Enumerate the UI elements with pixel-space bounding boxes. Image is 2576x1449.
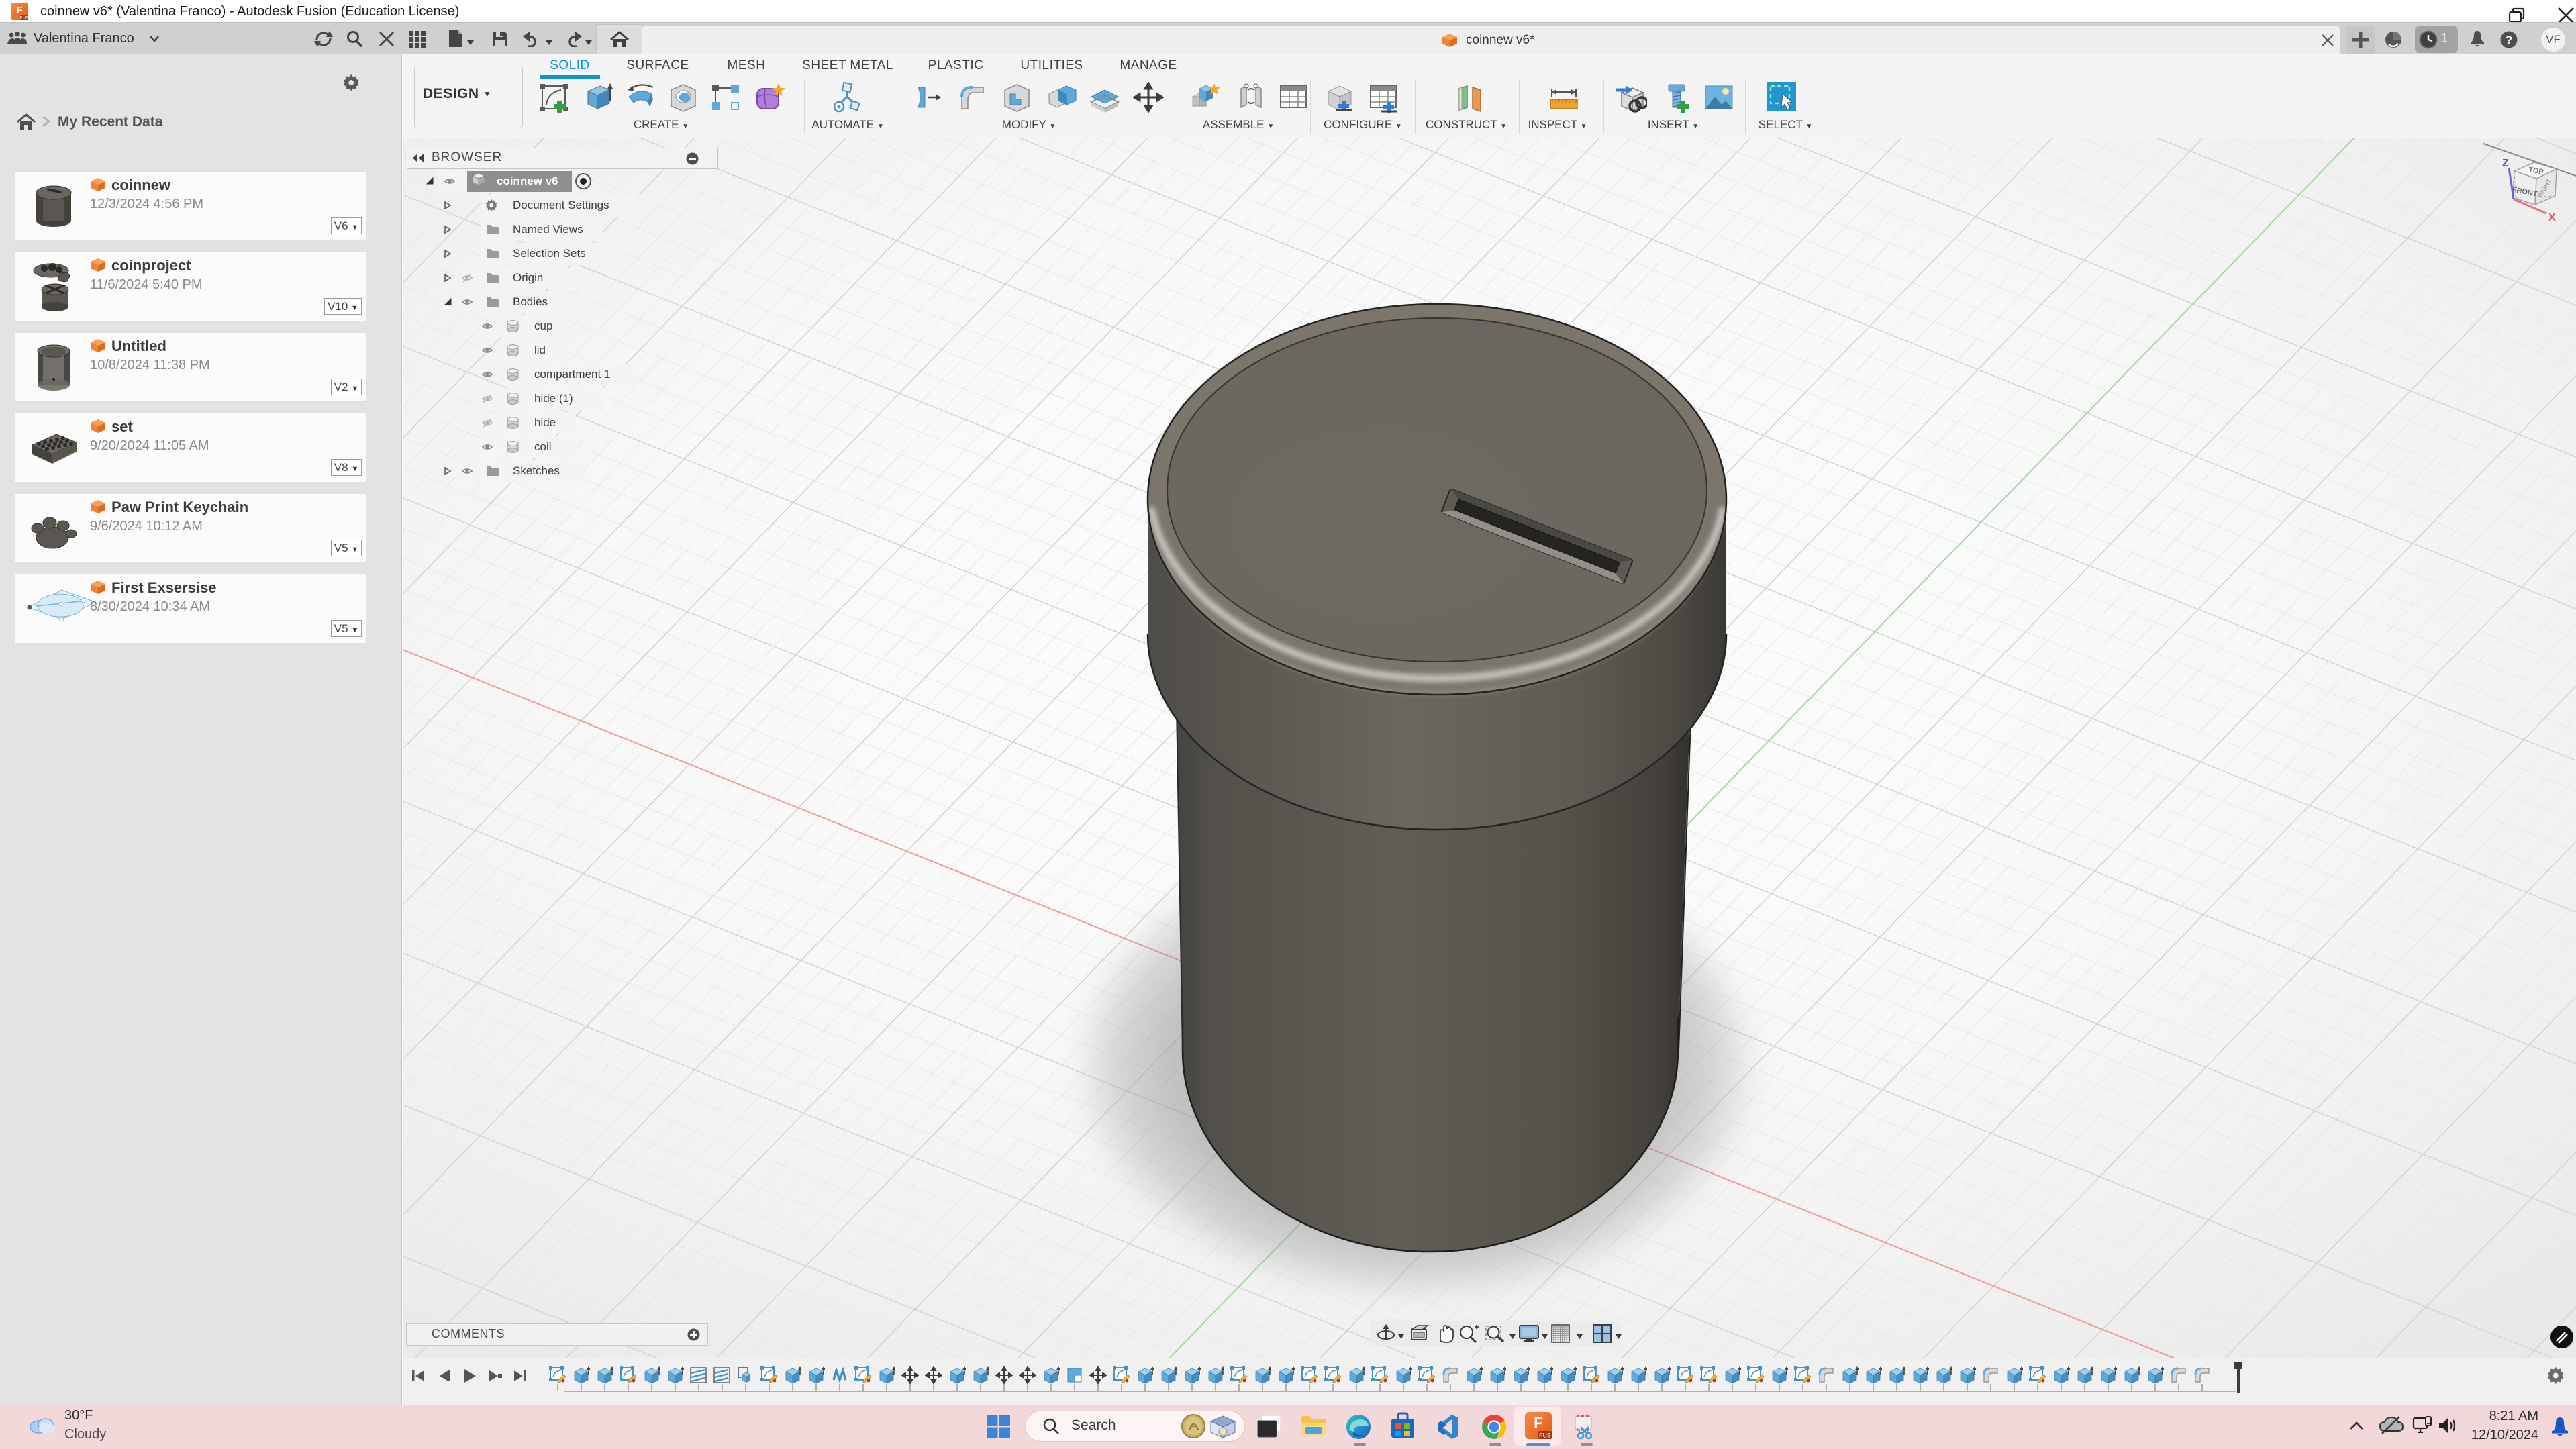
svg-text:?: ?	[2506, 34, 2512, 46]
svg-text:F: F	[16, 5, 22, 16]
svg-text:F: F	[1534, 1414, 1543, 1432]
svg-text:FUS: FUS	[1539, 1432, 1551, 1439]
svg-text:FUS: FUS	[20, 16, 29, 21]
svg-text:X: X	[2548, 212, 2556, 223]
svg-text:Z: Z	[2502, 158, 2509, 169]
